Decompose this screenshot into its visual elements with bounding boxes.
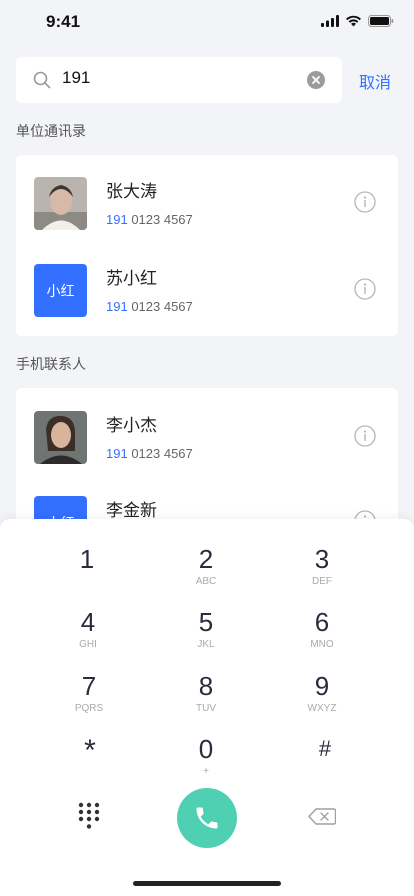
status-time: 9:41 — [46, 12, 81, 31]
contact-phone: 191 0123 4567 — [106, 446, 193, 461]
key-hash[interactable]: # — [270, 734, 380, 792]
backspace-icon[interactable] — [308, 808, 336, 825]
search-icon — [33, 71, 51, 89]
avatar — [34, 411, 87, 464]
contact-item[interactable]: 李小杰 191 0123 4567 — [16, 409, 398, 495]
search-input[interactable]: 191 — [62, 68, 90, 88]
key-2[interactable]: 2 ABC — [151, 544, 261, 602]
key-3[interactable]: 3 DEF — [267, 544, 377, 602]
avatar — [34, 177, 87, 230]
contact-item[interactable]: 小红 苏小红 191 0123 4567 — [16, 262, 398, 348]
contact-name: 苏小红 — [106, 269, 157, 289]
contact-item[interactable]: 张大涛 191 0123 4567 — [16, 175, 398, 261]
signal-icon — [321, 15, 339, 27]
contact-phone: 191 0123 4567 — [106, 299, 193, 314]
key-0[interactable]: 0 + — [151, 734, 261, 792]
info-icon[interactable] — [354, 278, 376, 300]
section-title-phone: 手机联系人 — [16, 357, 86, 373]
call-button[interactable] — [177, 788, 237, 848]
avatar: 小红 — [34, 264, 87, 317]
work-contacts-card: 张大涛 191 0123 4567 小红 苏小红 191 0123 4567 — [16, 155, 398, 336]
key-6[interactable]: 6 MNO — [267, 607, 377, 665]
key-5[interactable]: 5 JKL — [151, 607, 261, 665]
info-icon[interactable] — [354, 191, 376, 213]
cancel-button[interactable]: 取消 — [359, 69, 391, 93]
key-7[interactable]: 7 PQRS — [34, 671, 144, 729]
wifi-icon — [346, 15, 361, 27]
search-field[interactable]: 191 — [16, 57, 342, 103]
info-icon[interactable] — [354, 425, 376, 447]
key-9[interactable]: 9 WXYZ — [267, 671, 377, 729]
home-indicator — [133, 881, 281, 886]
key-1[interactable]: 1 — [32, 544, 142, 602]
section-title-work: 单位通讯录 — [16, 124, 86, 140]
key-star[interactable]: * — [35, 736, 145, 794]
contact-name: 李金新 — [106, 501, 157, 521]
dial-keypad: 1 2 ABC 3 DEF 4 GHI 5 JKL 6 MNO 7 PQRS 8 TUV 9W… — [0, 519, 414, 896]
key-8[interactable]: 8 TUV — [151, 671, 261, 729]
phone-icon — [196, 807, 218, 829]
key-4[interactable]: 4 GHI — [33, 607, 143, 665]
status-icons — [321, 15, 394, 27]
contact-name: 李小杰 — [106, 416, 157, 436]
dialpad-icon[interactable] — [78, 802, 100, 830]
clear-icon[interactable] — [307, 71, 325, 89]
contact-name: 张大涛 — [106, 182, 157, 202]
contact-phone: 191 0123 4567 — [106, 212, 193, 227]
status-bar: 9:41 — [0, 0, 414, 44]
battery-icon — [368, 15, 394, 27]
